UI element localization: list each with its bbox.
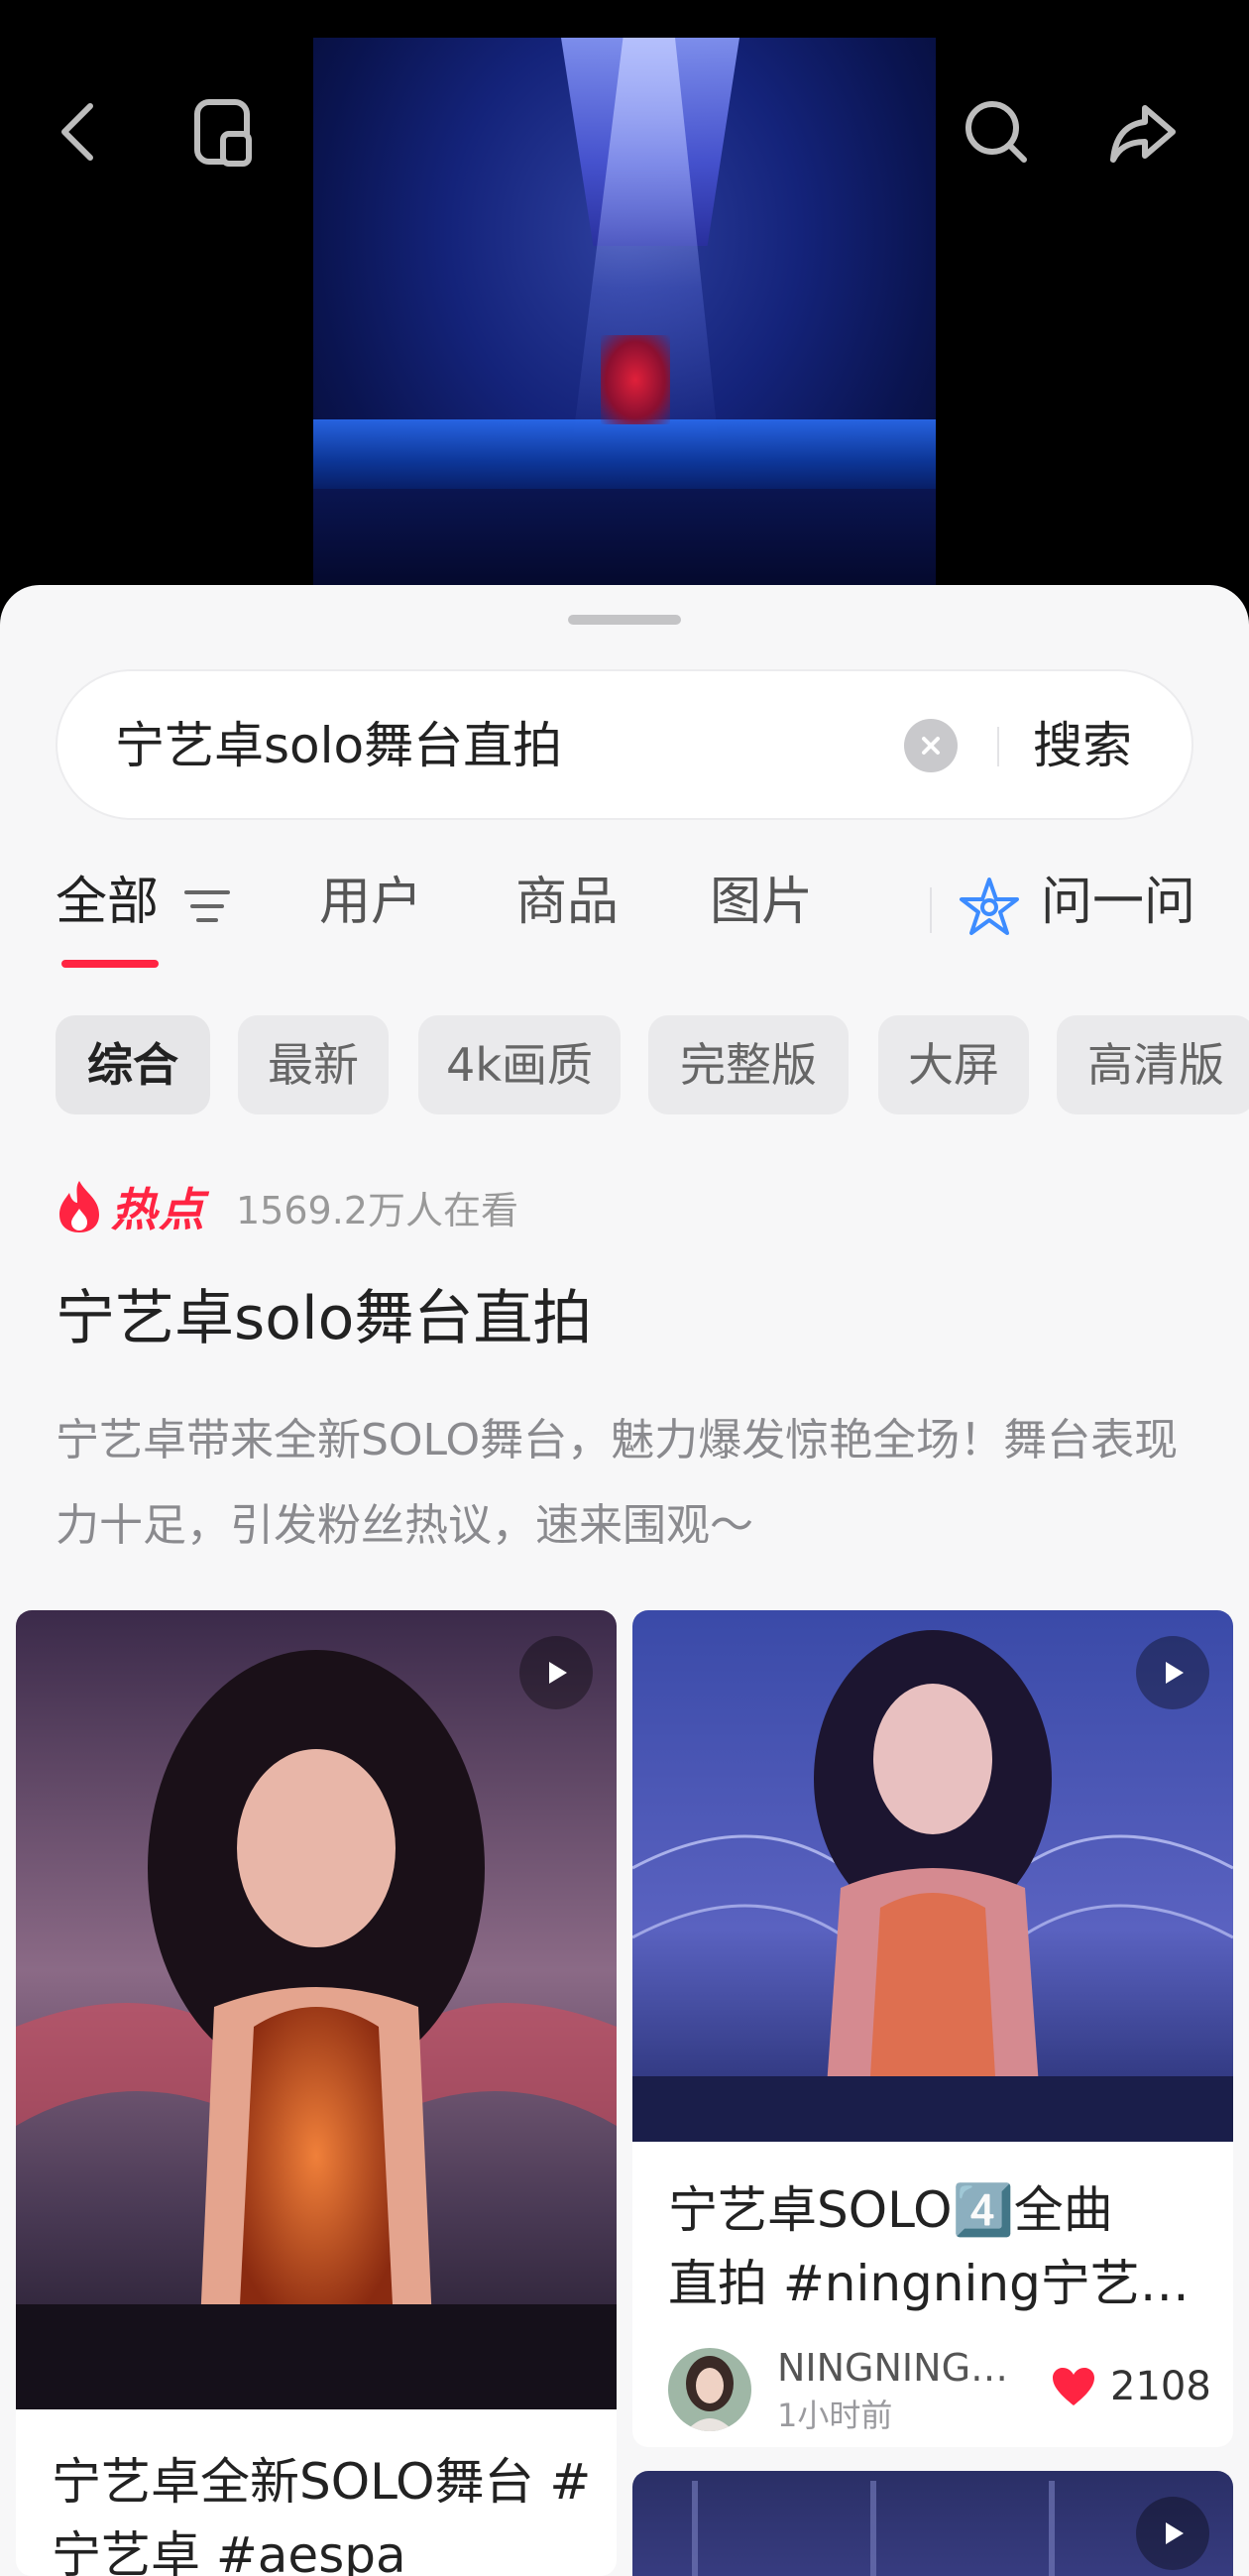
heart-icon[interactable] — [1051, 2366, 1096, 2407]
filter-icon[interactable] — [182, 886, 232, 926]
flame-icon — [59, 1181, 99, 1232]
tab-users[interactable]: 用户 — [319, 863, 422, 942]
search-submit-button[interactable]: 搜索 — [1033, 713, 1132, 778]
search-input[interactable]: 宁艺卓solo舞台直拍 — [115, 713, 562, 778]
chip-comprehensive[interactable]: 综合 — [56, 1015, 210, 1114]
clear-button[interactable] — [904, 719, 958, 772]
card-title-line-2: 宁艺卓 #aespa — [52, 2526, 406, 2576]
chip-4k[interactable]: 4k画质 — [418, 1015, 621, 1114]
author-name[interactable]: NINGNING… — [777, 2346, 1008, 2390]
share-button[interactable] — [1098, 87, 1188, 176]
tab-active-indicator — [61, 960, 159, 968]
sparkle-star-icon — [960, 878, 1019, 935]
search-bar[interactable]: 宁艺卓solo舞台直拍 搜索 — [56, 669, 1193, 820]
tab-ask[interactable]: 问一问 — [1041, 863, 1195, 942]
avatar[interactable] — [668, 2348, 751, 2431]
note-card[interactable]: 宁艺卓全新SOLO舞台 # 宁艺卓 #aespa — [16, 1610, 617, 2576]
hot-topic-header[interactable]: 热点 1569.2万人在看 — [56, 1175, 518, 1238]
search-divider — [997, 727, 999, 766]
card-title-line-1: 宁艺卓SOLO4️⃣全曲 — [668, 2181, 1113, 2239]
card-cover-image — [16, 1610, 617, 2409]
video-frame[interactable] — [313, 38, 936, 595]
video-player[interactable] — [0, 0, 1249, 595]
play-icon — [1166, 1662, 1184, 1684]
hot-topic-description: 宁艺卓带来全新SOLO舞台，魅力爆发惊艳全场！舞台表现力十足，引发粉丝热议，速来… — [56, 1415, 1179, 1551]
search-icon — [965, 101, 1027, 163]
sheet-grabber[interactable] — [568, 615, 681, 625]
chip-big-screen[interactable]: 大屏 — [878, 1015, 1029, 1114]
like-count: 2108 — [1110, 2364, 1211, 2409]
search-button[interactable] — [952, 87, 1041, 176]
tab-images[interactable]: 图片 — [710, 863, 813, 942]
chip-full-version[interactable]: 完整版 — [648, 1015, 849, 1114]
card-title-line-1: 宁艺卓全新SOLO舞台 # — [52, 2453, 592, 2511]
play-icon — [549, 1662, 567, 1684]
note-card[interactable] — [632, 2471, 1233, 2576]
play-badge — [519, 1636, 593, 1709]
post-time: 1小时前 — [777, 2397, 893, 2434]
filter-chips: 综合 最新 4k画质 完整版 大屏 高清版 — [0, 1015, 1249, 1114]
play-icon — [1166, 2522, 1184, 2544]
card-title-line-2: 直拍 #ningning宁艺… — [668, 2255, 1190, 2312]
note-card[interactable]: 宁艺卓SOLO4️⃣全曲 直拍 #ningning宁艺… NINGNING… 1… — [632, 1610, 1233, 2447]
play-badge — [1136, 1636, 1209, 1709]
tab-divider — [930, 887, 932, 933]
stage-floor — [313, 419, 936, 489]
crowd-silhouette — [313, 489, 936, 595]
float-window-button[interactable] — [178, 87, 268, 176]
back-button[interactable] — [36, 87, 125, 176]
chip-hd-version[interactable]: 高清版 — [1057, 1015, 1249, 1114]
search-results-sheet: 宁艺卓solo舞台直拍 搜索 全部 用户 商品 图片 问一问 综合 最新 4k画… — [0, 585, 1249, 2576]
tab-all[interactable]: 全部 — [56, 863, 159, 942]
tab-products[interactable]: 商品 — [515, 863, 619, 942]
close-icon — [922, 737, 940, 755]
hot-label: 热点 — [111, 1183, 206, 1236]
performer-figure — [601, 335, 670, 424]
chip-latest[interactable]: 最新 — [238, 1015, 389, 1114]
viewer-count: 1569.2万人在看 — [236, 1188, 518, 1232]
hot-topic-title[interactable]: 宁艺卓solo舞台直拍 — [56, 1279, 592, 1358]
chevron-left-icon — [61, 103, 93, 161]
pip-window-icon — [194, 99, 252, 167]
share-arrow-icon — [1110, 105, 1176, 163]
play-badge — [1136, 2497, 1209, 2570]
